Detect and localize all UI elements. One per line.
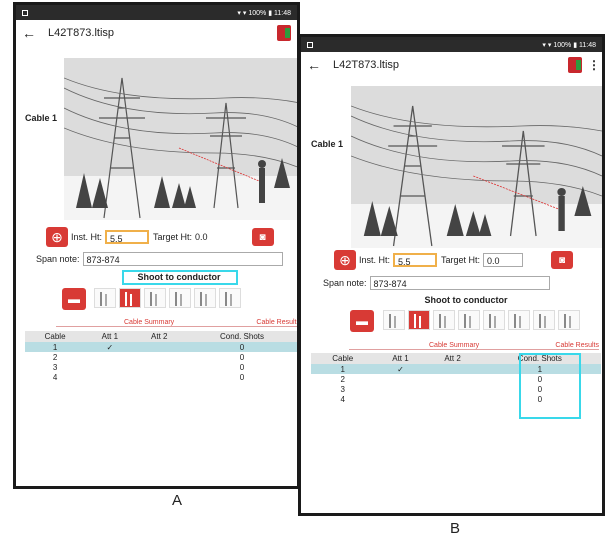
battery-text: 100% — [553, 41, 572, 49]
target-icon[interactable]: ⊕ — [334, 250, 356, 270]
shot-type-selector — [94, 288, 241, 308]
powerline-illustration — [64, 58, 297, 220]
table-row[interactable]: 1 ✓ 0 — [25, 342, 297, 352]
app-bar: ← L42T873.ltisp — [16, 20, 297, 46]
app-icon[interactable] — [568, 57, 582, 73]
shot-type-option-selected[interactable] — [408, 310, 430, 330]
app-bar: ← L42T873.ltisp ⋮ — [301, 52, 602, 78]
table-row[interactable]: 3 0 — [311, 384, 601, 394]
shot-type-option-selected[interactable] — [119, 288, 141, 308]
kebab-menu-icon[interactable]: ⋮ — [588, 58, 600, 72]
back-arrow-icon[interactable]: ← — [22, 25, 42, 41]
cable-label: Cable 1 — [25, 113, 58, 123]
shot-type-option[interactable] — [169, 288, 191, 308]
battery-text: 100% — [248, 9, 267, 17]
shot-type-option[interactable] — [508, 310, 530, 330]
height-row: ⊕ Inst. Ht: 5.5 Target Ht: 0.0 ◙ — [334, 250, 574, 270]
cable-table: Cable Att 1 Att 2 Cond. Shots 1 ✓ 0 2 0 … — [25, 331, 297, 382]
tab-bar: Cable Summary Cable Results — [349, 342, 599, 350]
table-row[interactable]: 2 0 — [25, 352, 297, 362]
table-row[interactable]: 2 0 — [311, 374, 601, 384]
target-ht-label: Target Ht: — [153, 232, 193, 242]
file-title: L42T873.ltisp — [333, 59, 400, 71]
column-header: Cable — [25, 331, 86, 342]
powerline-illustration — [351, 86, 602, 248]
span-note-input[interactable]: 873-874 — [369, 276, 550, 290]
camera-icon[interactable]: ◙ — [251, 228, 274, 246]
shoot-instruction: Shoot to conductor — [424, 295, 508, 305]
shot-type-option[interactable] — [458, 310, 480, 330]
shot-type-option[interactable] — [533, 310, 555, 330]
notification-icon — [307, 41, 313, 48]
table-row[interactable]: 4 0 — [25, 372, 297, 382]
shot-type-option[interactable] — [194, 288, 216, 308]
shot-type-option[interactable] — [383, 310, 405, 330]
height-row: ⊕ Inst. Ht: 5.5 Target Ht: 0.0 ◙ — [46, 227, 274, 247]
shoot-instruction: Shoot to conductor — [137, 272, 221, 282]
cable-label: Cable 1 — [311, 139, 344, 149]
caption-b: B — [450, 520, 461, 537]
column-header: Att 2 — [426, 353, 479, 364]
span-row: Span note: 873-874 — [323, 276, 550, 290]
file-title: L42T873.ltisp — [48, 27, 115, 39]
tab-cable-summary[interactable]: Cable Summary — [429, 342, 479, 349]
column-header: Cond. Shots — [478, 353, 601, 364]
column-header: Cable — [311, 353, 375, 364]
target-icon[interactable]: ⊕ — [46, 227, 68, 247]
tab-cable-results[interactable]: Cable Results — [555, 342, 599, 349]
inst-ht-label: Inst. Ht: — [359, 255, 391, 265]
status-bar: ▾ ▾ 100% ▮ 11:48 — [301, 37, 602, 52]
table-row[interactable]: 1 ✓ 1 — [311, 364, 601, 374]
back-arrow-icon[interactable]: ← — [307, 57, 327, 73]
clock: 11:48 — [579, 41, 596, 49]
span-note-label: Span note: — [36, 254, 80, 264]
shot-type-option[interactable] — [219, 288, 241, 308]
column-header: Att 1 — [85, 331, 135, 342]
inst-ht-input[interactable]: 5.5 — [105, 230, 150, 244]
tab-bar: Cable Summary Cable Results — [56, 319, 297, 327]
caption-a: A — [172, 492, 183, 509]
inst-ht-input[interactable]: 5.5 — [393, 253, 438, 267]
clock: 11:48 — [274, 9, 291, 17]
shot-type-option[interactable] — [483, 310, 505, 330]
trash-icon[interactable]: ▬ — [62, 288, 86, 310]
shot-type-option[interactable] — [144, 288, 166, 308]
span-note-label: Span note: — [323, 278, 367, 288]
screen-b: ▾ ▾ 100% ▮ 11:48 ← L42T873.ltisp ⋮ Cable… — [298, 34, 605, 516]
shot-type-option[interactable] — [433, 310, 455, 330]
target-ht-input[interactable]: 0.0 — [483, 253, 524, 267]
shot-type-selector — [383, 310, 580, 330]
tab-cable-results[interactable]: Cable Results — [256, 319, 297, 326]
target-ht-label: Target Ht: — [441, 255, 481, 265]
notification-icon — [22, 9, 28, 16]
target-ht-value[interactable]: 0.0 — [195, 232, 208, 242]
screen-a: ▾ ▾ 100% ▮ 11:48 ← L42T873.ltisp Cable 1 — [13, 2, 300, 489]
table-row[interactable]: 3 0 — [25, 362, 297, 372]
cable-table: Cable Att 1 Att 2 Cond. Shots 1 ✓ 1 2 0 … — [311, 353, 601, 404]
span-note-input[interactable]: 873-874 — [82, 252, 283, 266]
camera-icon[interactable]: ◙ — [551, 251, 574, 269]
shot-type-option[interactable] — [558, 310, 580, 330]
trash-icon[interactable]: ▬ — [350, 310, 374, 332]
inst-ht-label: Inst. Ht: — [71, 232, 103, 242]
tab-cable-summary[interactable]: Cable Summary — [124, 319, 174, 326]
table-row[interactable]: 4 0 — [311, 394, 601, 404]
shot-type-option[interactable] — [94, 288, 116, 308]
status-bar: ▾ ▾ 100% ▮ 11:48 — [16, 5, 297, 20]
column-header: Cond. Shots — [183, 331, 297, 342]
column-header: Att 2 — [134, 331, 184, 342]
span-row: Span note: 873-874 — [36, 252, 283, 266]
column-header: Att 1 — [374, 353, 427, 364]
app-icon[interactable] — [277, 25, 291, 41]
